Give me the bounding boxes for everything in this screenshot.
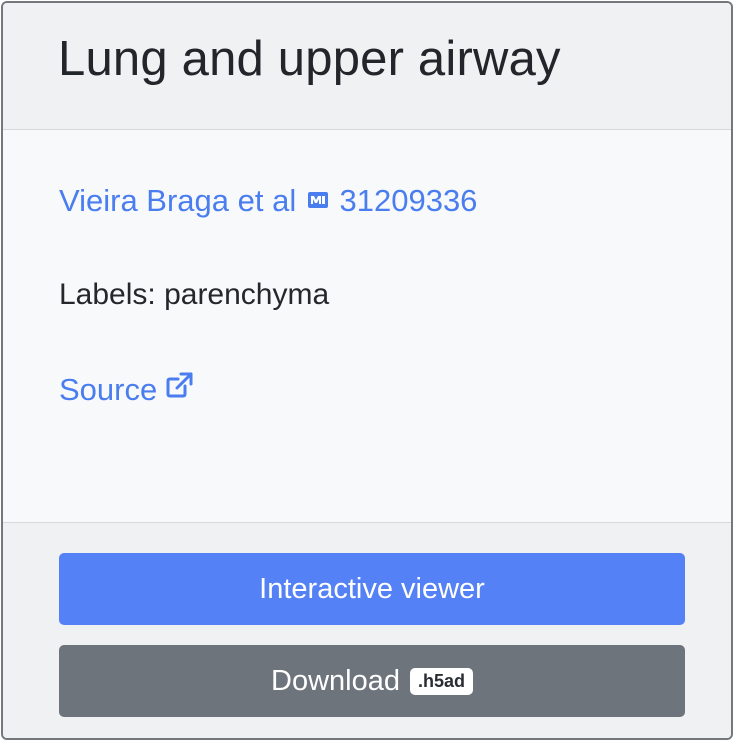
- pmid-link[interactable]: 31209336: [340, 183, 478, 218]
- card-title: Lung and upper airway: [58, 32, 561, 86]
- card-footer: Interactive viewer Download .h5ad: [3, 522, 731, 738]
- card-body: Vieira Braga et al 31209336 Labels: pare…: [3, 130, 731, 522]
- download-button-label: Download: [271, 664, 400, 697]
- authors-link[interactable]: Vieira Braga et al: [59, 183, 296, 218]
- source-link[interactable]: Source: [59, 370, 193, 414]
- download-button[interactable]: Download .h5ad: [59, 645, 685, 717]
- dataset-card: Lung and upper airway Vieira Braga et al…: [1, 1, 733, 740]
- card-header: Lung and upper airway: [3, 3, 731, 130]
- labels-text: Labels: parenchyma: [59, 278, 330, 311]
- source-link-label: Source: [59, 372, 158, 408]
- interactive-viewer-button[interactable]: Interactive viewer: [59, 553, 685, 625]
- external-link-icon: [165, 370, 193, 406]
- format-badge: .h5ad: [409, 667, 473, 695]
- pubmed-icon: [307, 182, 329, 218]
- reference-line: Vieira Braga et al 31209336: [59, 182, 477, 224]
